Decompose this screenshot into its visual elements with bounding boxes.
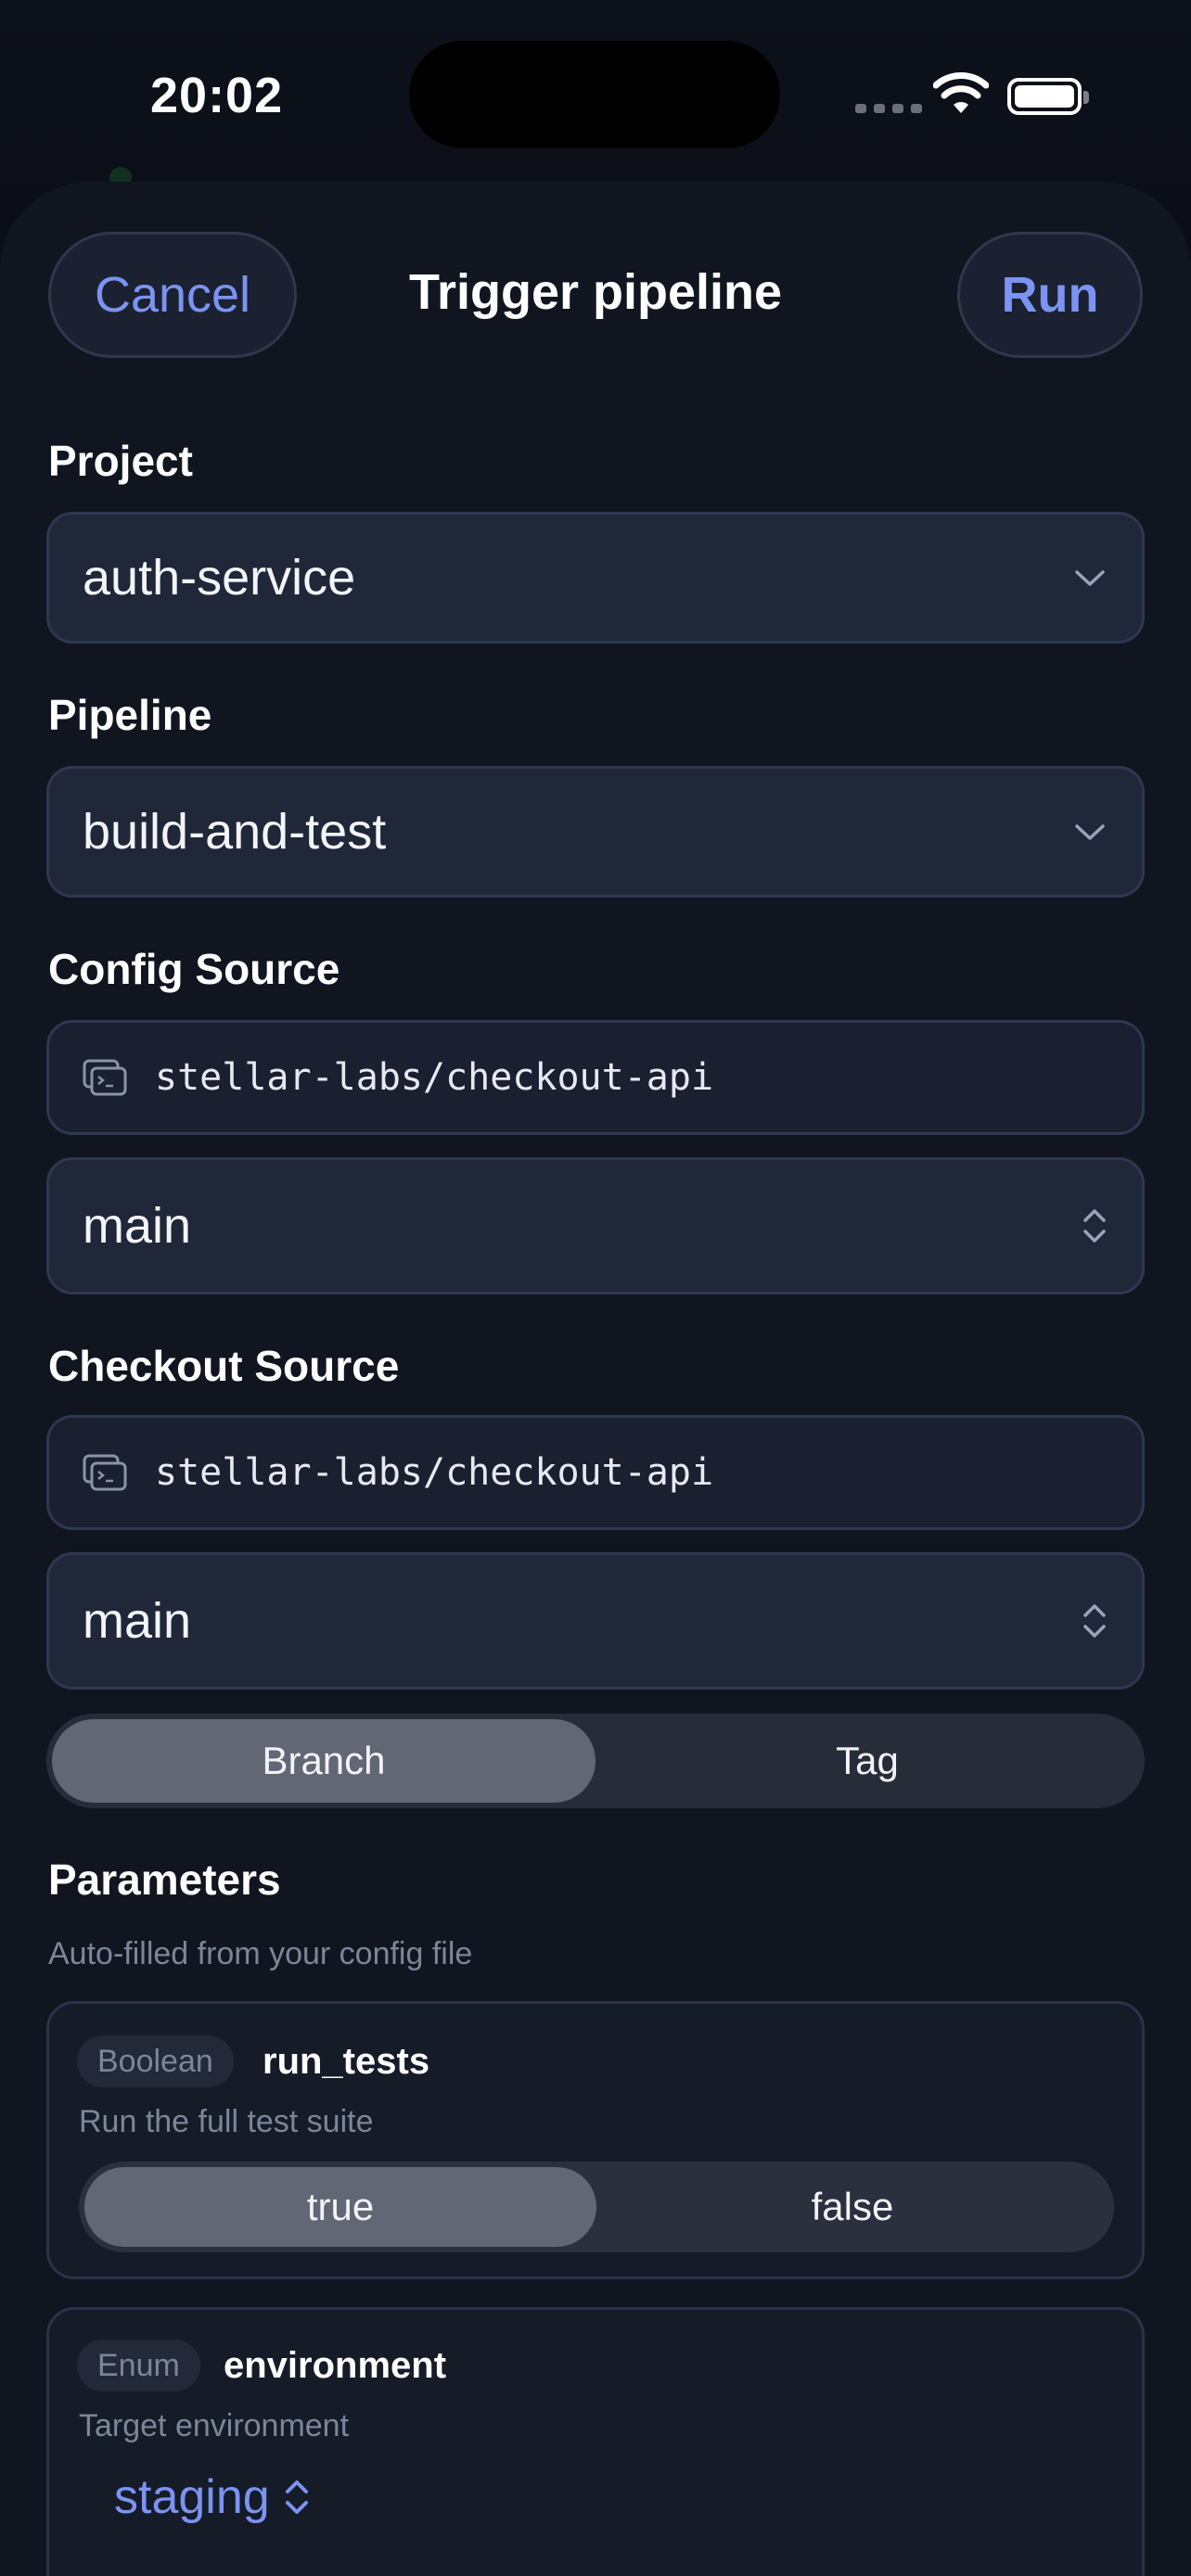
chevron-up-down-icon [285,2480,308,2514]
ref-type-segmented-control: Branch Tag [46,1714,1145,1808]
boolean-segmented-control: true false [79,2162,1114,2252]
run-button[interactable]: Run [957,232,1143,358]
config-repo-field[interactable]: stellar-labs/checkout-api [46,1020,1145,1135]
checkout-repo-value: stellar-labs/checkout-api [155,1451,714,1494]
project-label: Project [48,437,193,485]
wifi-icon [933,72,989,113]
parameter-card-environment: Enum environment Target environment stag… [46,2307,1145,2576]
pipeline-label: Pipeline [48,691,212,739]
segment-true[interactable]: true [84,2167,596,2247]
segment-tag[interactable]: Tag [596,1719,1139,1803]
project-select[interactable]: auth-service [46,512,1145,644]
type-badge: Enum [77,2340,200,2391]
parameter-description: Target environment [79,2408,350,2443]
dynamic-island [409,41,780,148]
segment-branch[interactable]: Branch [52,1719,596,1803]
status-time: 20:02 [150,68,284,123]
repository-icon [83,1454,127,1491]
repository-icon [83,1059,127,1096]
cellular-signal-icon [855,104,922,113]
parameter-name: environment [224,2345,447,2386]
chevron-down-icon [1075,570,1105,586]
parameters-label: Parameters [48,1855,281,1904]
config-branch-picker[interactable]: main [46,1157,1145,1294]
checkout-repo-field[interactable]: stellar-labs/checkout-api [46,1415,1145,1530]
pipeline-select[interactable]: build-and-test [46,766,1145,898]
parameter-card-run-tests: Boolean run_tests Run the full test suit… [46,2001,1145,2279]
parameter-description: Run the full test suite [79,2104,374,2139]
checkout-ref-value: main [83,1593,192,1649]
segment-false[interactable]: false [596,2167,1108,2247]
battery-icon [1007,78,1089,115]
parameters-hint: Auto-filled from your config file [48,1936,473,1971]
config-source-label: Config Source [48,945,340,993]
chevron-up-down-icon [1083,1604,1106,1638]
project-value: auth-service [83,550,356,606]
chevron-up-down-icon [1083,1209,1106,1243]
type-badge: Boolean [77,2035,234,2087]
checkout-ref-picker[interactable]: main [46,1552,1145,1690]
config-repo-value: stellar-labs/checkout-api [155,1056,714,1099]
environment-value: staging [114,2470,270,2524]
pipeline-value: build-and-test [83,804,387,860]
chevron-down-icon [1075,824,1105,840]
checkout-source-label: Checkout Source [48,1342,400,1390]
parameter-name: run_tests [263,2041,430,2082]
config-branch-value: main [83,1198,192,1254]
environment-picker[interactable]: staging [114,2469,311,2525]
